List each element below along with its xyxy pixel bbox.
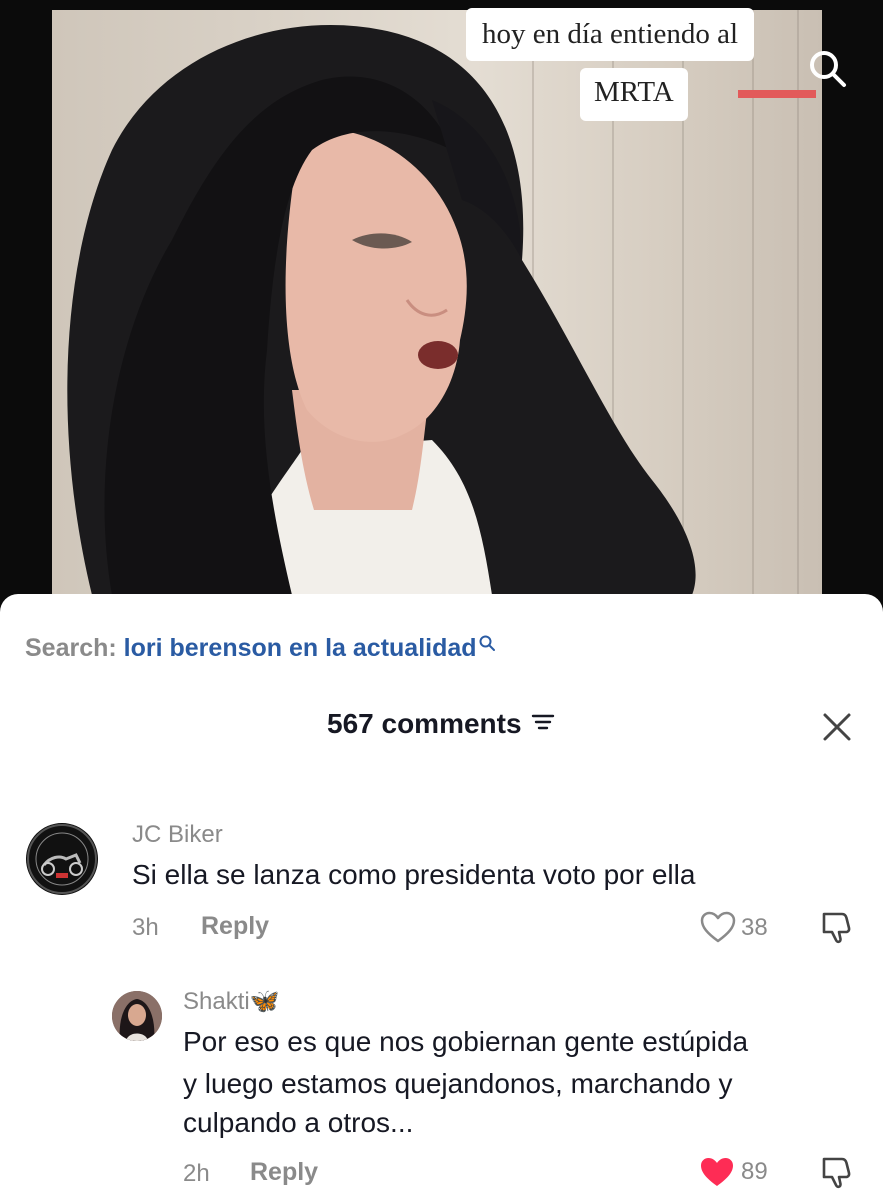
close-button[interactable] [820,710,854,744]
dislike-button[interactable] [818,908,856,951]
comment-username[interactable]: JC Biker [132,821,223,849]
person-image [67,25,696,595]
video-player[interactable]: hoy en día entiendo al MRTA [0,0,883,620]
comment-time: 2h [183,1160,210,1187]
thumbs-down-icon [822,1157,851,1189]
heart-filled-icon [701,1158,733,1186]
video-caption-line2: MRTA [580,68,688,121]
like-count: 38 [741,914,768,941]
comments-sheet [0,594,883,1200]
like-button[interactable] [699,910,737,949]
close-icon [823,713,851,741]
flag-stripe [738,90,816,98]
comments-header: 567 comments [0,708,883,748]
avatar[interactable] [26,823,98,895]
reply-button[interactable]: Reply [201,912,269,941]
video-frame [52,10,822,595]
comment-text-line2: y luego estamos quejandonos, marchando y [183,1068,733,1099]
heart-outline-icon [700,911,736,943]
motorcycle-logo-icon [27,824,97,894]
avatar[interactable] [112,991,162,1041]
video-caption-line1: hoy en día entiendo al [466,8,755,61]
profile-photo-icon [112,991,162,1041]
thumbs-down-icon [822,912,851,944]
comment-count: 567 comments [327,708,522,739]
search-suggestion[interactable]: Search: lori berenson en la actualidad [25,634,496,663]
comment-text-line1: Por eso es que nos gobiernan gente estúp… [183,1026,749,1057]
search-icon [810,51,846,87]
search-query-link[interactable]: lori berenson en la actualidad [124,634,477,662]
filter-icon[interactable] [530,709,556,740]
search-prefix: Search: [25,634,117,662]
search-icon [479,635,495,651]
comment-text: Si ella se lanza como presidenta voto po… [132,859,696,890]
comment-username[interactable]: Shakti🦋 [183,987,280,1016]
comment-time: 3h [132,914,159,941]
video-search-button[interactable] [805,46,849,90]
reply-button[interactable]: Reply [250,1158,318,1187]
comment-text-line3: culpando a otros... [183,1107,414,1138]
dislike-button[interactable] [818,1153,856,1196]
like-button[interactable] [698,1155,736,1194]
like-count: 89 [741,1158,768,1185]
